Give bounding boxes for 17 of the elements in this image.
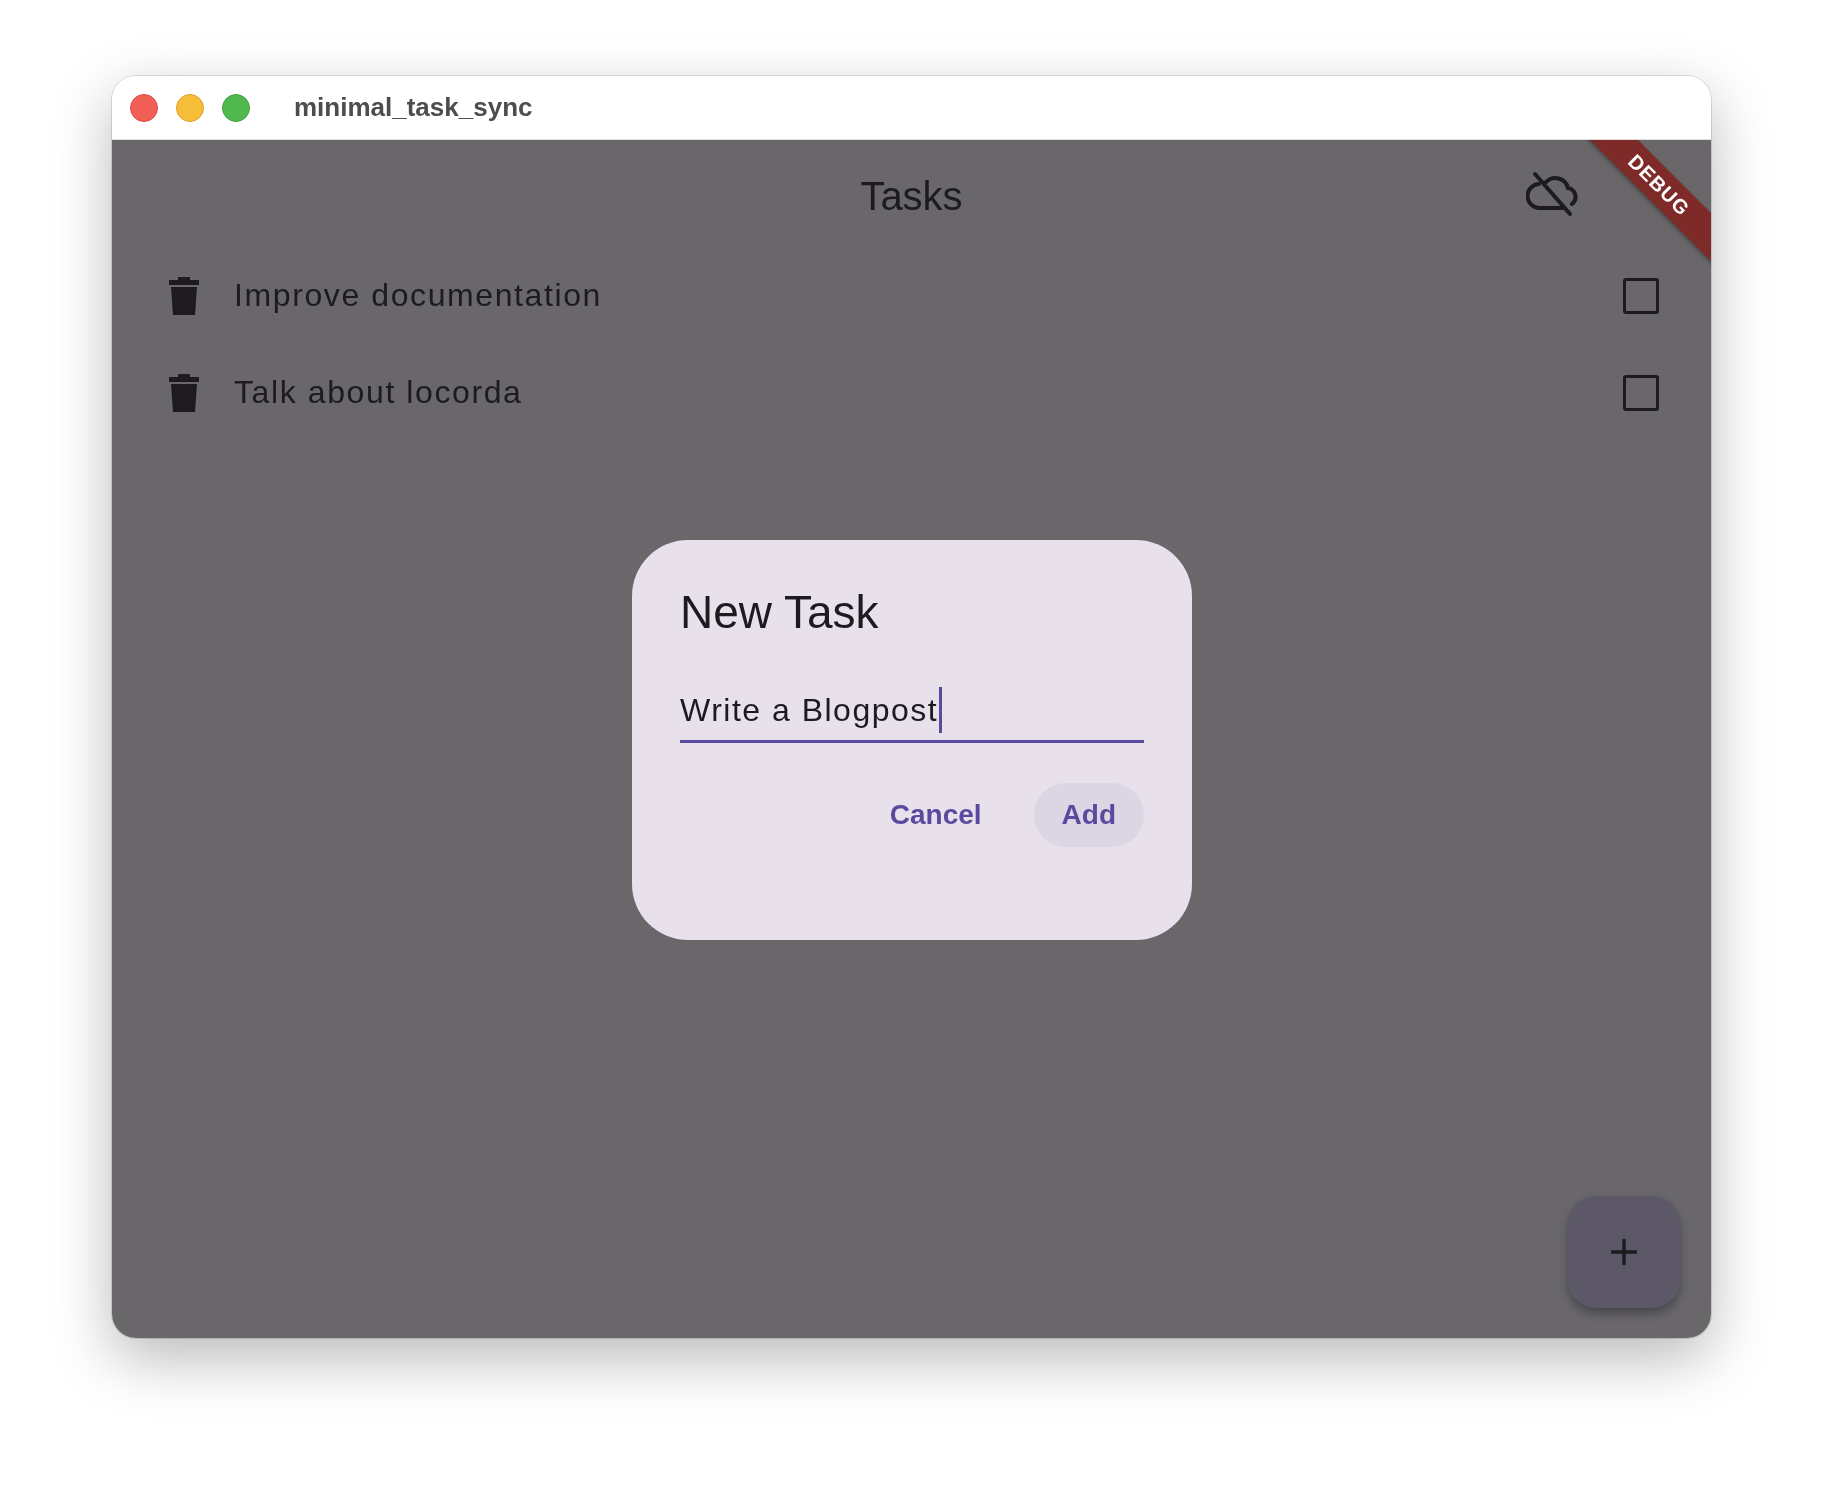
input-field[interactable]: Write a Blogpost	[680, 680, 1144, 743]
dialog-title: New Task	[680, 585, 880, 640]
cloud-off-icon[interactable]	[1526, 170, 1578, 218]
app-title: Tasks	[860, 173, 963, 219]
minimize-button[interactable]	[176, 93, 204, 122]
task-label: Talk about locorda	[234, 374, 524, 411]
cancel-button[interactable]: Cancel	[861, 783, 1010, 847]
trash-icon[interactable]	[169, 275, 199, 316]
checkbox[interactable]	[1623, 277, 1659, 314]
task-label: Improve documentation	[234, 277, 603, 314]
checkbox[interactable]	[1623, 374, 1659, 411]
plus-icon	[1608, 1236, 1640, 1268]
close-button[interactable]	[130, 93, 158, 122]
window-title: minimal_task_sync	[294, 92, 533, 123]
maximize-button[interactable]	[222, 93, 250, 122]
add-button[interactable]: Add	[1033, 783, 1144, 847]
trash-icon[interactable]	[169, 372, 199, 413]
